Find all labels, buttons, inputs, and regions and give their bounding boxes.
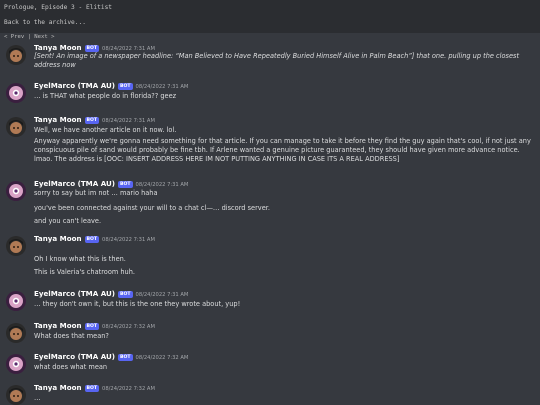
- message-text: …: [34, 394, 41, 402]
- tanya-avatar[interactable]: [6, 236, 26, 256]
- bot-badge: BOT: [84, 117, 100, 124]
- bot-badge: BOT: [117, 354, 133, 361]
- bot-badge: BOT: [117, 181, 133, 188]
- chat-log: Tanya Moon BOT 08/24/2022 7:31 AM [Sent! A…: [0, 41, 540, 405]
- bot-badge: BOT: [84, 385, 100, 392]
- marco-avatar[interactable]: [6, 83, 26, 103]
- timestamp: 08/24/2022 7:32 AM: [102, 386, 155, 392]
- author-name[interactable]: EyelMarco (TMA AU): [34, 179, 115, 188]
- message-text: Oh I know what this is then.: [34, 255, 126, 263]
- message-text: Anyway apparently we're gonna need somet…: [34, 137, 531, 163]
- bot-badge: BOT: [117, 291, 133, 298]
- page-title: Prologue, Episode 3 - Elitist: [4, 4, 113, 11]
- tanya-avatar[interactable]: [6, 45, 26, 65]
- author-name[interactable]: EyelMarco (TMA AU): [34, 352, 115, 361]
- timestamp: 08/24/2022 7:32 AM: [102, 324, 155, 330]
- message-text: what does what mean: [34, 363, 108, 371]
- message-text: you've been connected against your will …: [34, 204, 270, 212]
- marco-avatar[interactable]: [6, 354, 26, 374]
- prev-next-nav[interactable]: < Prev | Next >: [0, 33, 540, 41]
- bot-badge: BOT: [84, 45, 100, 52]
- message-text: and you can't leave.: [34, 217, 102, 225]
- bot-badge: BOT: [84, 236, 100, 243]
- message-text: What does that mean?: [34, 332, 109, 340]
- timestamp: 08/24/2022 7:31 AM: [135, 292, 189, 298]
- message-text: … is THAT what people do in florida?? ge…: [34, 92, 177, 100]
- marco-avatar[interactable]: [6, 181, 26, 201]
- timestamp: 08/24/2022 7:32 AM: [135, 355, 189, 361]
- author-name[interactable]: Tanya Moon: [34, 234, 82, 243]
- message-text: Well, we have another article on it now.…: [34, 126, 177, 134]
- timestamp: 08/24/2022 7:31 AM: [135, 84, 189, 90]
- message-text: sorry to say but im not … mario haha: [34, 189, 158, 197]
- timestamp: 08/24/2022 7:31 AM: [102, 118, 155, 124]
- author-name[interactable]: EyelMarco (TMA AU): [34, 81, 115, 90]
- bot-badge: BOT: [117, 83, 133, 90]
- tanya-avatar[interactable]: [6, 385, 26, 405]
- message-text: This is Valeria's chatroom huh.: [34, 268, 136, 276]
- author-name[interactable]: Tanya Moon: [34, 43, 82, 52]
- author-name[interactable]: EyelMarco (TMA AU): [34, 289, 115, 298]
- author-name[interactable]: Tanya Moon: [34, 115, 82, 124]
- tanya-avatar[interactable]: [6, 117, 26, 137]
- page-header: Prologue, Episode 3 - Elitist Back to th…: [0, 0, 540, 33]
- marco-avatar[interactable]: [6, 291, 26, 311]
- timestamp: 08/24/2022 7:31 AM: [135, 182, 189, 188]
- message-text: [Sent! An image of a newspaper headline:…: [34, 52, 520, 69]
- tanya-avatar[interactable]: [6, 323, 26, 343]
- bot-badge: BOT: [84, 323, 100, 330]
- timestamp: 08/24/2022 7:31 AM: [102, 237, 155, 243]
- message-text: … they don't own it, but this is the one…: [34, 300, 241, 308]
- author-name[interactable]: Tanya Moon: [34, 383, 82, 392]
- author-name[interactable]: Tanya Moon: [34, 321, 82, 330]
- back-to-archive-link[interactable]: Back to the archive...: [4, 12, 536, 27]
